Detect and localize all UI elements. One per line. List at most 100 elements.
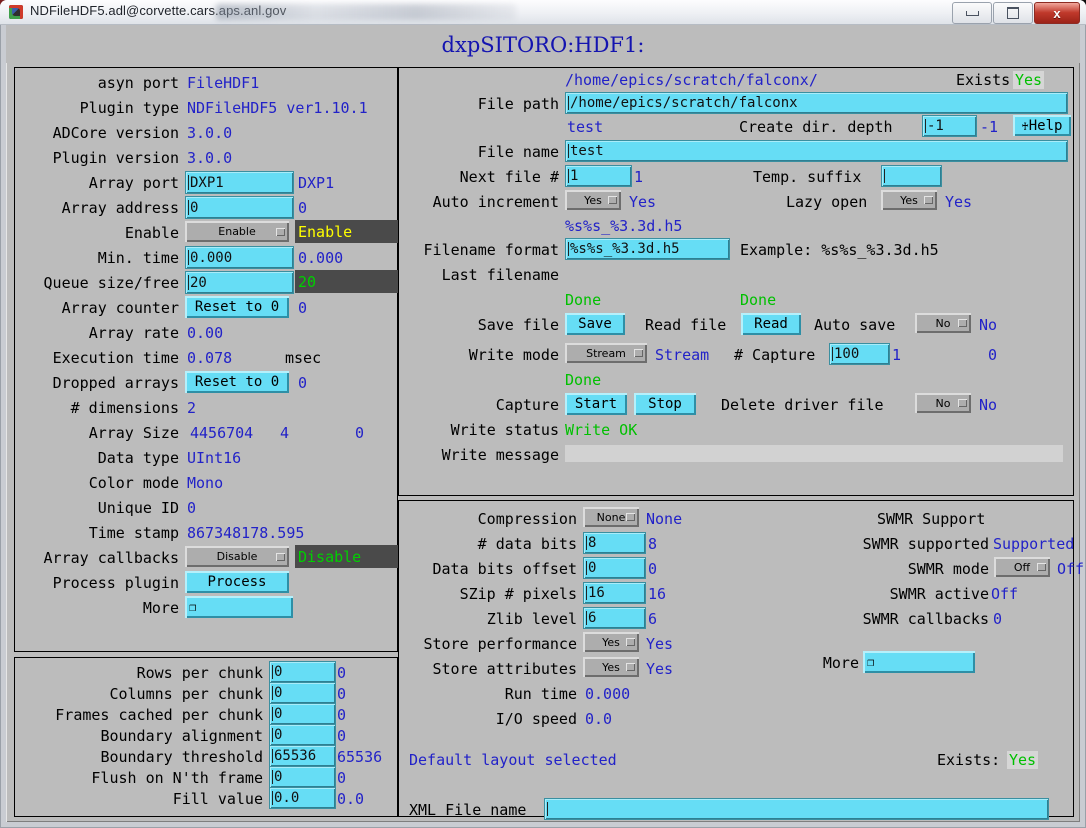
label-swmr-callbacks: SWMR callbacks (862, 610, 989, 628)
store-performance-option-menu[interactable]: Yes (583, 632, 639, 652)
value-array-size-x: 4456704 (190, 424, 254, 442)
related-display-icon: ❐ (189, 600, 197, 614)
value-dropped-arrays: 0 (298, 374, 308, 392)
label-file-name: File name (477, 143, 559, 161)
close-button[interactable]: x (1034, 2, 1080, 24)
value-time-stamp: 867348178.595 (187, 524, 305, 542)
label-swmr-supported: SWMR supported (862, 535, 989, 553)
label-execution-time: Execution time (52, 349, 179, 367)
minimize-button[interactable] (952, 2, 992, 24)
label-filename-format: Filename format (423, 241, 559, 259)
capture-start-button[interactable]: Start (565, 393, 627, 415)
value-auto-increment: Yes (629, 193, 657, 211)
value-array-rate: 0.00 (187, 324, 224, 342)
value-store-performance: Yes (646, 635, 674, 653)
array-address-input[interactable]: 0 (185, 196, 294, 219)
enable-menu-label: Enable (218, 225, 256, 238)
capture-stop-button[interactable]: Stop (634, 393, 696, 415)
label-num-dimensions: # dimensions (70, 399, 179, 417)
label-array-port: Array port (88, 174, 179, 192)
minimize-icon (965, 10, 979, 16)
store-performance-menu-label: Yes (602, 635, 620, 649)
array-callbacks-option-menu[interactable]: Disable (185, 546, 289, 567)
num-capture-input[interactable]: 100 (829, 343, 890, 365)
next-file-number-input[interactable]: 1 (565, 165, 632, 187)
compression-menu-label: None (596, 510, 626, 524)
read-file-button[interactable]: Read (741, 313, 801, 335)
flush-on-nth-frame-input[interactable]: 0 (269, 766, 336, 788)
rows-per-chunk-input[interactable]: 0 (269, 661, 336, 683)
frames-cached-per-chunk-input[interactable]: 0 (269, 703, 336, 725)
plugin-info-panel: asyn port FileHDF1 Plugin type NDFileHDF… (14, 67, 402, 652)
chevron-down-icon (958, 319, 967, 327)
label-adcore-version: ADCore version (52, 124, 179, 142)
value-boundary-threshold: 65536 (337, 748, 383, 766)
chevron-down-icon (958, 399, 967, 407)
swmr-mode-menu-label: Off (1013, 560, 1031, 574)
store-attributes-option-menu[interactable]: Yes (583, 657, 639, 677)
value-min-time: 0.000 (298, 249, 344, 267)
file-name-input[interactable]: test (565, 140, 1068, 162)
maximize-icon (1007, 7, 1019, 19)
boundary-threshold-input[interactable]: 65536 (269, 745, 336, 767)
chevron-down-icon (634, 349, 643, 357)
medm-client-area: dxpSITORO:HDF1: asyn port FileHDF1 Plugi… (6, 25, 1084, 822)
file-name-readback: test (567, 118, 604, 136)
array-port-input[interactable]: DXP1 (185, 171, 294, 194)
array-counter-reset-button[interactable]: Reset to 0 (185, 296, 289, 318)
create-dir-depth-input[interactable]: -1 (922, 115, 977, 137)
lazy-open-option-menu[interactable]: Yes (881, 190, 937, 210)
filename-format-input[interactable]: %s%s_%3.3d.h5 (565, 238, 730, 260)
auto-increment-option-menu[interactable]: Yes (565, 190, 621, 210)
label-xml-file-name: XML File name (409, 801, 527, 819)
columns-per-chunk-input[interactable]: 0 (269, 682, 336, 704)
label-file-path: File path (477, 95, 559, 113)
swmr-mode-option-menu[interactable]: Off (994, 557, 1050, 577)
temp-suffix-input[interactable] (881, 165, 942, 187)
process-plugin-button[interactable]: Process (185, 571, 289, 593)
swmr-support-title: SWMR Support (877, 510, 986, 528)
label-last-filename: Last filename (441, 266, 559, 284)
delete-driver-file-option-menu[interactable]: No (915, 393, 971, 413)
write-mode-option-menu[interactable]: Stream (565, 343, 647, 363)
min-time-input[interactable]: 0.000 (185, 246, 294, 269)
num-data-bits-input[interactable]: 8 (583, 532, 646, 554)
label-auto-save: Auto save (814, 316, 896, 334)
value-asyn-port: FileHDF1 (187, 74, 260, 92)
enable-option-menu[interactable]: Enable (185, 221, 289, 242)
value-store-attributes: Yes (646, 660, 674, 678)
auto-save-option-menu[interactable]: No (915, 313, 971, 333)
close-icon: x (1053, 5, 1061, 21)
label-array-counter: Array counter (61, 299, 179, 317)
xml-file-name-input[interactable] (544, 798, 1049, 820)
value-compression: None (646, 510, 683, 528)
value-num-dimensions: 2 (187, 399, 197, 417)
label-fill-value: Fill value (172, 790, 263, 808)
store-attributes-menu-label: Yes (602, 660, 620, 674)
data-bits-offset-input[interactable]: 0 (583, 557, 646, 579)
queue-size-input[interactable]: 20 (185, 271, 294, 294)
zlib-level-input[interactable]: 6 (583, 607, 646, 629)
xml-exists-value: Yes (1007, 751, 1039, 769)
szip-num-pixels-input[interactable]: 16 (583, 582, 646, 604)
value-data-type: UInt16 (187, 449, 242, 467)
compression-option-menu[interactable]: None (583, 507, 639, 527)
dropped-arrays-reset-button[interactable]: Reset to 0 (185, 371, 289, 393)
file-panel: /home/epics/scratch/falconx/ Exists: Yes… (398, 67, 1074, 496)
filename-format-readback: %s%s_%3.3d.h5 (565, 217, 683, 235)
save-file-button[interactable]: Save (565, 313, 625, 335)
label-queue-size-free: Queue size/free (43, 274, 179, 292)
boundary-alignment-input[interactable]: 0 (269, 724, 336, 746)
label-dropped-arrays: Dropped arrays (52, 374, 179, 392)
application-window: NDFileHDF5.adl@corvette.cars.aps.anl.gov… (0, 0, 1086, 828)
application-icon (9, 5, 23, 19)
blurred-background-title (216, 4, 516, 20)
maximize-button[interactable] (993, 2, 1033, 24)
hdf-more-related-display-button[interactable]: ❐ (863, 651, 975, 673)
more-related-display-button[interactable]: ❐ (185, 596, 293, 618)
label-plugin-version: Plugin version (52, 149, 179, 167)
file-path-input[interactable]: /home/epics/scratch/falconx (565, 92, 1068, 114)
help-related-display-button[interactable]: ♰ Help (1013, 115, 1071, 136)
value-plugin-type: NDFileHDF5 ver1.10.1 (187, 99, 368, 117)
fill-value-input[interactable]: 0.0 (269, 787, 336, 809)
